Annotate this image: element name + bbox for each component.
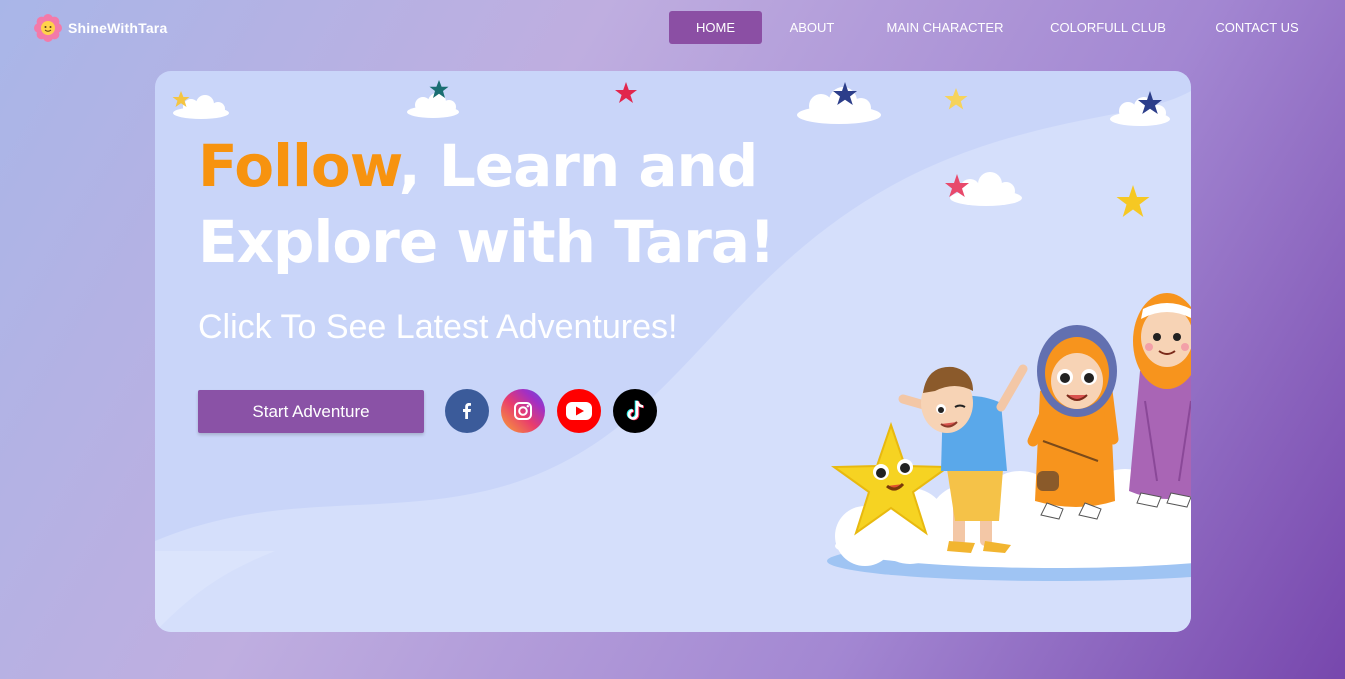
characters-illustration	[827, 293, 1191, 581]
girl-purple-character	[1129, 293, 1191, 508]
hero-subheadline: Click To See Latest Adventures!	[198, 308, 678, 346]
nav-home[interactable]: HOME	[669, 11, 762, 44]
cloud-icon	[407, 93, 459, 118]
girl-orange-character	[1027, 325, 1119, 520]
tiktok-button[interactable]	[613, 389, 657, 433]
flower-logo-icon	[34, 14, 62, 42]
brand[interactable]: ShineWithTara	[34, 14, 167, 42]
hero-headline: Follow, Learn and Explore with Tara!	[198, 128, 775, 280]
star-icon	[944, 88, 968, 110]
facebook-button[interactable]	[445, 389, 489, 433]
nav-main-character[interactable]: MAIN CHARACTER	[875, 11, 1015, 44]
youtube-button[interactable]	[557, 389, 601, 433]
facebook-icon	[463, 403, 471, 419]
tiktok-icon	[626, 400, 645, 421]
headline-accent: Follow	[198, 132, 400, 200]
headline-line1: , Learn and	[398, 132, 759, 200]
instagram-button[interactable]	[501, 389, 545, 433]
nav-colorfull-club[interactable]: COLORFULL CLUB	[1041, 11, 1175, 44]
headline-line2: Explore with Tara!	[198, 208, 775, 276]
top-navbar: ShineWithTara HOME ABOUT MAIN CHARACTER …	[0, 0, 1345, 56]
instagram-icon	[514, 402, 532, 420]
start-adventure-button[interactable]: Start Adventure	[198, 390, 424, 433]
nav-about[interactable]: ABOUT	[775, 11, 849, 44]
star-icon	[615, 82, 637, 103]
nav-contact-us[interactable]: CONTACT US	[1203, 11, 1311, 44]
youtube-icon	[566, 402, 592, 420]
brand-name: ShineWithTara	[68, 20, 168, 36]
